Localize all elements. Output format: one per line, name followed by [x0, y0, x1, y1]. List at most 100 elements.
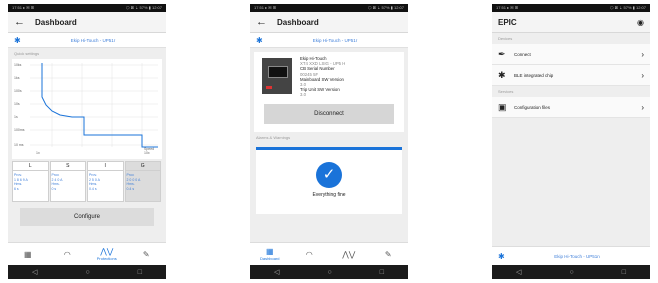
chevron-right-icon: › [641, 102, 644, 112]
tab-label: I [88, 162, 123, 171]
plug-icon: ✒ [498, 48, 506, 59]
nav-protections[interactable]: ⋀⋁ [329, 243, 369, 265]
waveform-icon: ⋀⋁ [342, 249, 356, 259]
check-icon: ✓ [316, 161, 342, 188]
info-label: Mainboard SW Version [300, 76, 344, 82]
configure-button[interactable]: Configure [20, 208, 154, 226]
status-right: ⬡ ⊠ ⇣ 57% ▮ 12:07 [610, 5, 646, 10]
bluetooth-icon: ✱ [256, 35, 263, 45]
alarms-status: Everything fine [312, 191, 346, 198]
back-nav-icon[interactable]: ◁ [516, 268, 521, 276]
back-arrow-icon[interactable]: ← [14, 12, 25, 32]
nav-measures[interactable]: ◠ [290, 243, 330, 265]
device-name: Ekip Hi-Touch - UP51n [554, 253, 600, 259]
connected-device-bar[interactable]: ✱ Ekip Hi-Touch - UP51n [492, 246, 650, 265]
protection-tabs: L Prov. 1 8 6 9 A Hms. 6 s S Prov. 2 4 0… [12, 161, 162, 202]
system-nav-bar: ◁ ○ □ [492, 265, 650, 279]
nav-label: Dashboard [259, 256, 280, 261]
home-nav-icon[interactable]: ○ [85, 269, 89, 276]
param-value: 0 s [51, 186, 57, 191]
nav-dashboard[interactable]: ▦ Dashboard [250, 243, 290, 265]
device-info-card: Ekip Hi-Touch XT4 XXD LSIG - UP5 H CB Se… [254, 52, 404, 132]
phone-screen-epic: 17:51 ▸ ✉ ⊞ ⬡ ⊠ ⇣ 57% ▮ 12:07 EPIC ◉ Dev… [492, 4, 650, 279]
device-info: Ekip Hi-Touch XT4 XXD LSIG - UP5 H CB Se… [300, 56, 345, 98]
app-bar: ← Dashboard [8, 12, 166, 33]
nav-settings[interactable]: ✎ [127, 243, 167, 265]
x-tick-left: 1x [36, 151, 40, 155]
nav-protections[interactable]: ⋀⋁ Protections [87, 243, 127, 265]
device-name: Ekip Hi-Touch - UP51r [312, 37, 358, 43]
info-label: Trip Unit SW Version [300, 87, 340, 93]
system-nav-bar: ◁ ○ □ [250, 265, 408, 279]
home-nav-icon[interactable]: ○ [569, 269, 573, 276]
bluetooth-icon: ✱ [498, 69, 506, 80]
param-value: 0.4 s [89, 186, 97, 191]
recents-nav-icon[interactable]: □ [138, 269, 142, 276]
file-icon: ▣ [498, 101, 507, 112]
gauge-icon: ◠ [305, 249, 313, 259]
recents-nav-icon[interactable]: □ [622, 269, 626, 276]
nav-settings[interactable]: ✎ [369, 243, 409, 265]
curve-plot [30, 63, 158, 148]
back-nav-icon[interactable]: ◁ [274, 268, 279, 276]
back-nav-icon[interactable]: ◁ [32, 268, 37, 276]
page-title: Dashboard [277, 17, 319, 27]
tab-label: G [125, 162, 160, 171]
dashboard-icon: ▦ [23, 249, 32, 259]
param-value: 6 s [14, 186, 19, 191]
section-label: Quick settings [14, 51, 40, 56]
section-label: Alarms & Warnings [256, 134, 291, 140]
tab-g[interactable]: G Prov. 2 0 0 0 A Hms. 0.4 s [124, 161, 161, 202]
trip-unit-image [262, 58, 292, 94]
connect-row[interactable]: ✒ Connect › [492, 44, 650, 65]
tab-label: L [13, 162, 48, 171]
row-label: BLE integrated chip [514, 72, 554, 78]
recents-nav-icon[interactable]: □ [380, 269, 384, 276]
account-icon[interactable]: ◉ [637, 18, 644, 27]
gauge-icon: ◠ [63, 249, 71, 259]
tab-l[interactable]: L Prov. 1 8 6 9 A Hms. 6 s [12, 161, 49, 202]
row-label: Connect [514, 51, 531, 57]
device-bar[interactable]: ✱ Ekip Hi-Touch - UP51r [250, 33, 408, 48]
device-name: Ekip Hi-Touch - UP51r [70, 37, 116, 43]
status-bar: 17:51 ▸ ✉ ⊞ ⬡ ⊠ ⇣ 57% ▮ 12:07 [8, 4, 166, 12]
wrench-icon: ✎ [142, 249, 150, 259]
configuration-files-row[interactable]: ▣ Configuration files › [492, 97, 650, 118]
disconnect-button[interactable]: Disconnect [264, 103, 394, 124]
section-label: Services [498, 89, 514, 94]
app-bar: EPIC ◉ [492, 12, 650, 33]
tab-label: S [50, 162, 85, 171]
phone-screen-dashboard-settings: 17:51 ▸ ✉ ⊞ ⬡ ⊠ ⇣ 57% ▮ 12:07 ← Dashboar… [8, 4, 166, 279]
nav-measures[interactable]: ◠ [48, 243, 88, 265]
ble-chip-row[interactable]: ✱ BLE integrated chip › [492, 65, 650, 86]
page-title: EPIC [498, 17, 517, 27]
bluetooth-icon: ✱ [498, 251, 505, 261]
home-nav-icon[interactable]: ○ [327, 269, 331, 276]
dashboard-icon: ▦ [265, 247, 274, 256]
alarms-card: ✓ Everything fine [256, 146, 402, 214]
trip-curve-chart: 10ks 1ks 100s 10s 1s 100ms 10 ms 1x Spee… [12, 59, 162, 159]
chevron-right-icon: › [641, 49, 644, 59]
back-arrow-icon[interactable]: ← [256, 12, 267, 32]
x-tick-right: Speed 10x [144, 147, 155, 155]
app-bar: ← Dashboard [250, 12, 408, 33]
nav-dashboard[interactable]: ▦ [8, 243, 48, 265]
info-value: 3.0 [300, 92, 306, 98]
chevron-right-icon: › [641, 70, 644, 80]
status-bar: 17:51 ▸ ✉ ⊞ ⬡ ⊠ ⇣ 57% ▮ 12:07 [250, 4, 408, 12]
tab-s[interactable]: S Prov. 2 4 0 A Hms. 0 s [49, 161, 86, 202]
param-value: 0.4 s [126, 186, 135, 191]
tab-i[interactable]: I Prov. 2 5 0 A Hms. 0.4 s [87, 161, 124, 202]
device-bar[interactable]: ✱ Ekip Hi-Touch - UP51r [8, 33, 166, 48]
protections-icon: ⋀⋁ [100, 247, 114, 256]
row-label: Configuration files [514, 104, 551, 110]
bottom-nav: ▦ ◠ ⋀⋁ Protections ✎ [8, 242, 166, 265]
phone-screen-dashboard-device: 17:51 ▸ ✉ ⊞ ⬡ ⊠ ⇣ 57% ▮ 12:07 ← Dashboar… [250, 4, 408, 279]
trip-curve-line [41, 63, 158, 148]
system-nav-bar: ◁ ○ □ [8, 265, 166, 279]
status-left: 17:51 ▸ ✉ ⊞ [496, 5, 519, 10]
bluetooth-icon: ✱ [14, 35, 21, 45]
page-title: Dashboard [35, 17, 77, 27]
status-right: ⬡ ⊠ ⇣ 57% ▮ 12:07 [126, 5, 162, 10]
status-bar: 17:51 ▸ ✉ ⊞ ⬡ ⊠ ⇣ 57% ▮ 12:07 [492, 4, 650, 12]
